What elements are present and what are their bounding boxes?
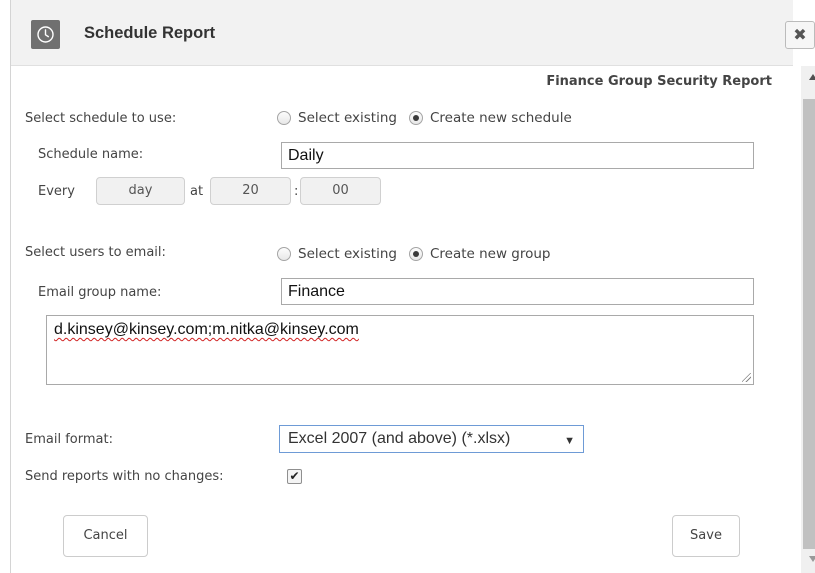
cancel-button[interactable]: Cancel [63,515,148,557]
users-section-label: Select users to email: [25,245,166,260]
every-unit-field[interactable]: day [96,177,185,205]
time-separator: : [294,184,299,199]
schedule-select-existing-label[interactable]: Select existing [298,110,397,126]
schedule-select-existing-radio[interactable] [277,111,291,125]
close-button[interactable]: ✖ [785,21,815,49]
scroll-thumb[interactable] [803,99,815,549]
checkmark-icon: ✔ [289,469,300,483]
no-changes-checkbox[interactable]: ✔ [287,469,302,484]
email-group-name-label: Email group name: [38,285,162,300]
no-changes-label: Send reports with no changes: [25,469,224,484]
save-button[interactable]: Save [672,515,740,557]
schedule-create-new-label[interactable]: Create new schedule [430,110,572,126]
users-select-existing-radio[interactable] [277,247,291,261]
minute-field[interactable]: 00 [300,177,381,205]
schedule-name-label: Schedule name: [38,147,144,162]
email-group-name-input[interactable]: Finance [281,278,754,305]
resize-grip-icon[interactable] [742,373,751,382]
at-label: at [190,184,204,199]
schedule-name-input[interactable]: Daily [281,142,754,169]
schedule-section-label: Select schedule to use: [25,111,177,126]
vertical-scrollbar[interactable] [801,66,815,573]
email-format-value: Excel 2007 (and above) (*.xlsx) [288,430,511,447]
scroll-up-arrow-icon[interactable] [809,74,815,80]
close-icon: ✖ [793,25,807,44]
users-select-existing-label[interactable]: Select existing [298,246,397,262]
schedule-report-dialog: Schedule Report Finance Group Security R… [10,0,815,573]
dialog-title: Schedule Report [84,24,216,42]
users-create-new-label[interactable]: Create new group [430,246,551,262]
schedule-create-new-radio[interactable] [408,111,423,125]
hour-field[interactable]: 20 [210,177,291,205]
users-radio-group: Select existing Create new group [277,246,563,262]
dialog-header: Schedule Report [11,0,793,66]
report-name: Finance Group Security Report [546,74,772,89]
clock-icon [31,20,60,49]
schedule-radio-group: Select existing Create new schedule [277,110,584,126]
email-format-label: Email format: [25,432,113,447]
email-addresses-text: d.kinsey@kinsey.com;m.nitka@kinsey.com [54,321,359,338]
email-addresses-textarea[interactable]: d.kinsey@kinsey.com;m.nitka@kinsey.com [46,315,754,385]
every-label: Every [38,184,75,199]
users-create-new-radio[interactable] [408,247,423,261]
dropdown-arrow-icon: ▼ [564,435,575,447]
email-format-select[interactable]: Excel 2007 (and above) (*.xlsx) ▼ [279,425,584,453]
scroll-down-arrow-icon[interactable] [809,556,815,562]
